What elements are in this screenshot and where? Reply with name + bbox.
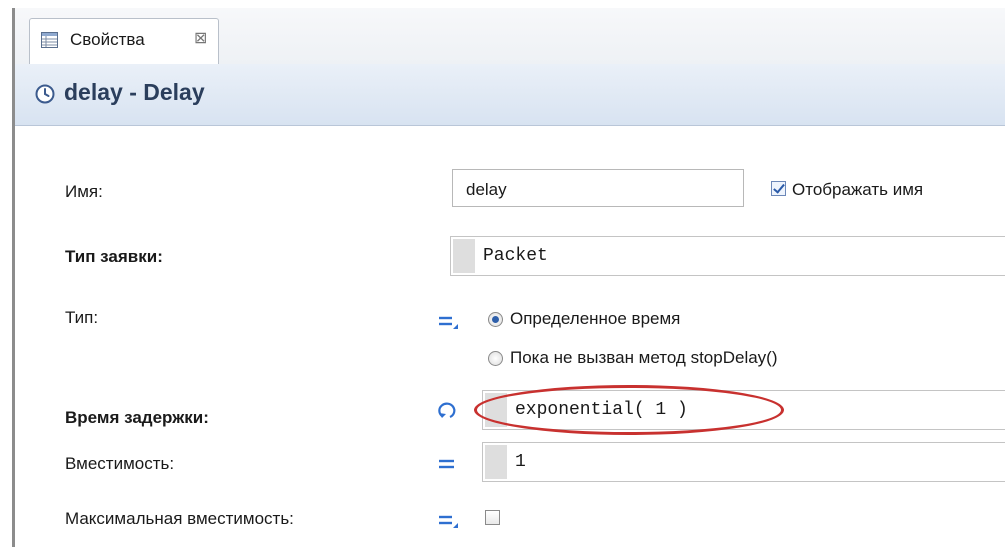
name-field[interactable]: delay bbox=[452, 169, 744, 207]
tab-bar: Свойства ⊠ bbox=[15, 8, 1005, 65]
capacity-value: 1 bbox=[515, 452, 526, 472]
capacity-field-gutter bbox=[485, 445, 507, 479]
delay-time-label: Время задержки: bbox=[65, 408, 209, 427]
tab-properties-label: Свойства bbox=[70, 30, 145, 49]
delay-time-field-gutter bbox=[485, 393, 507, 427]
agent-type-field-gutter bbox=[453, 239, 475, 273]
agent-type-field[interactable]: Packet bbox=[450, 236, 1005, 276]
show-name-label: Отображать имя bbox=[792, 180, 924, 199]
agent-type-label: Тип заявки: bbox=[65, 247, 163, 266]
delay-time-field[interactable]: exponential( 1 ) bbox=[482, 390, 1005, 430]
type-radio-until-stop[interactable] bbox=[488, 351, 503, 366]
delay-clock-icon bbox=[35, 84, 55, 104]
type-radio-fixed[interactable] bbox=[488, 312, 503, 327]
name-value: delay bbox=[466, 180, 507, 199]
type-option-fixed-label: Определенное время bbox=[510, 309, 681, 328]
type-option-until-stop-label: Пока не вызван метод stopDelay() bbox=[510, 348, 778, 367]
tab-properties[interactable]: Свойства ⊠ bbox=[29, 18, 219, 65]
type-label: Тип: bbox=[65, 308, 99, 327]
capacity-field[interactable]: 1 bbox=[482, 442, 1005, 482]
tab-close-icon[interactable]: ⊠ bbox=[194, 28, 207, 48]
static-value-icon[interactable] bbox=[437, 314, 459, 330]
static-value-icon[interactable] bbox=[437, 457, 459, 473]
agent-type-value: Packet bbox=[483, 246, 548, 266]
page-title: delay - Delay bbox=[64, 79, 205, 105]
top-strip bbox=[0, 0, 1005, 8]
dynamic-value-icon[interactable] bbox=[436, 400, 458, 422]
max-capacity-checkbox[interactable] bbox=[485, 510, 500, 525]
show-name-checkbox[interactable] bbox=[771, 181, 786, 196]
capacity-label: Вместимость: bbox=[65, 454, 175, 473]
properties-grid-icon bbox=[41, 32, 58, 48]
properties-header: delay - Delay bbox=[15, 64, 1005, 126]
max-capacity-label: Максимальная вместимость: bbox=[65, 509, 294, 528]
delay-time-value: exponential( 1 ) bbox=[515, 400, 688, 420]
static-value-icon[interactable] bbox=[437, 513, 459, 529]
name-label: Имя: bbox=[65, 182, 103, 201]
